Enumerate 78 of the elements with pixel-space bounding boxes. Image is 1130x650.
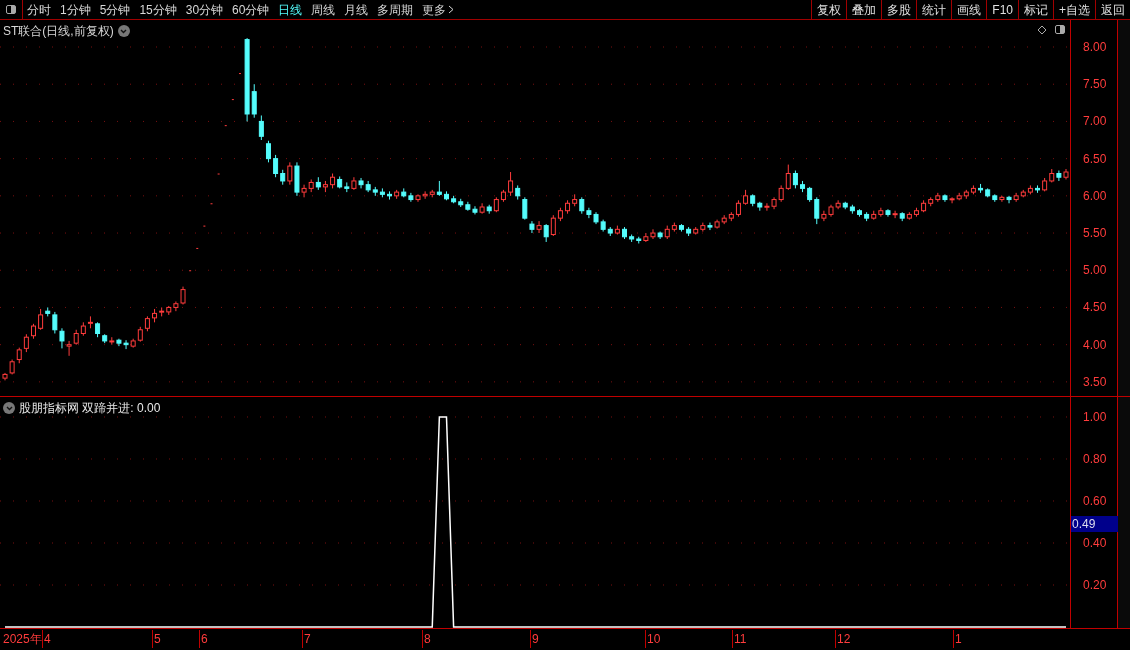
period-tab[interactable]: 1分钟	[60, 0, 91, 19]
period-tab[interactable]: 多周期	[377, 0, 414, 19]
panel-icon	[6, 5, 16, 14]
candlestick	[59, 327, 65, 349]
month-label: 1	[953, 630, 962, 648]
candlestick	[522, 196, 528, 221]
candlestick	[251, 83, 257, 119]
axis-label: 0.60	[1083, 494, 1107, 508]
axis-label: 0.80	[1083, 452, 1107, 466]
candlestick	[358, 177, 364, 189]
indicator-title: 股朋指标网 双蹄并进: 0.00	[19, 400, 161, 417]
toolbar-button[interactable]: 多股	[881, 0, 917, 19]
chevron-right-icon	[448, 5, 455, 14]
period-tab[interactable]: 日线	[278, 0, 303, 19]
toolbar-button[interactable]: 返回	[1095, 0, 1130, 19]
candlestick	[1056, 170, 1062, 182]
axis-label: 1.00	[1083, 410, 1107, 424]
axis-label: 8.00	[1083, 40, 1107, 54]
month-label: 7	[302, 630, 311, 648]
candlestick	[273, 154, 279, 178]
axis-label: 4.50	[1083, 300, 1107, 315]
month-label: 4	[42, 630, 51, 648]
axis-label: 7.50	[1083, 77, 1107, 92]
candlestick	[999, 195, 1005, 203]
cursor-value-label: 0.49	[1071, 516, 1118, 533]
candlestick	[52, 311, 58, 334]
toolbar-button[interactable]: 画线	[951, 0, 987, 19]
period-tab[interactable]: 15分钟	[139, 0, 177, 19]
month-label: 11	[732, 630, 747, 648]
candlestick	[287, 161, 293, 186]
axis-label: 0.20	[1083, 578, 1107, 592]
diamond-icon[interactable]	[1037, 25, 1047, 35]
axis-label: 0.40	[1083, 536, 1107, 550]
more-menu[interactable]: 更多	[422, 0, 455, 19]
candlestick	[301, 184, 307, 198]
candlestick	[785, 164, 791, 191]
candlestick	[892, 210, 898, 219]
candlestick	[949, 196, 955, 204]
candlestick	[707, 222, 713, 231]
panel-icon[interactable]	[1055, 25, 1065, 34]
period-tab[interactable]: 月线	[344, 0, 369, 19]
axis-label: 6.00	[1083, 188, 1107, 203]
period-tab[interactable]: 30分钟	[185, 0, 224, 19]
month-label: 8	[422, 630, 431, 648]
axis-label: 3.50	[1083, 374, 1107, 389]
toolbar-button[interactable]: F10	[986, 0, 1018, 19]
candlestick	[265, 140, 271, 163]
candlestick	[66, 340, 72, 357]
month-label: 9	[530, 630, 539, 648]
dropdown-icon[interactable]	[117, 25, 130, 37]
candlestick	[258, 114, 264, 141]
candlestick	[38, 308, 44, 331]
candlestick	[536, 220, 542, 234]
candlestick	[1006, 195, 1012, 204]
period-tab[interactable]: 60分钟	[232, 0, 270, 19]
period-tab[interactable]: 5分钟	[99, 0, 131, 19]
candlestick	[814, 196, 820, 225]
toolbar-button[interactable]: 统计	[916, 0, 952, 19]
month-label: 12	[835, 630, 851, 648]
stock-title: ST联合(日线,前复权)	[3, 23, 114, 40]
axis-label: 4.00	[1083, 337, 1107, 352]
month-label: 5	[152, 630, 161, 648]
month-label: 6	[199, 630, 208, 648]
axis-label: 7.00	[1083, 114, 1107, 129]
dropdown-icon[interactable]	[3, 402, 15, 414]
toolbar-button[interactable]: 叠加	[846, 0, 882, 19]
period-tab[interactable]: 周线	[311, 0, 336, 19]
axis-label: 5.00	[1083, 263, 1107, 278]
candlestick	[508, 171, 514, 197]
toolbar-button[interactable]: 标记	[1018, 0, 1053, 19]
period-tab[interactable]: 分时	[27, 0, 51, 19]
toolbar-button[interactable]: +自选	[1053, 0, 1095, 19]
month-label: 10	[645, 630, 661, 648]
candlestick	[550, 214, 556, 237]
year-label: 2025年	[3, 631, 42, 648]
toolbar-button[interactable]: 复权	[811, 0, 847, 19]
axis-label: 6.50	[1083, 151, 1107, 166]
axis-label: 5.50	[1083, 226, 1107, 241]
